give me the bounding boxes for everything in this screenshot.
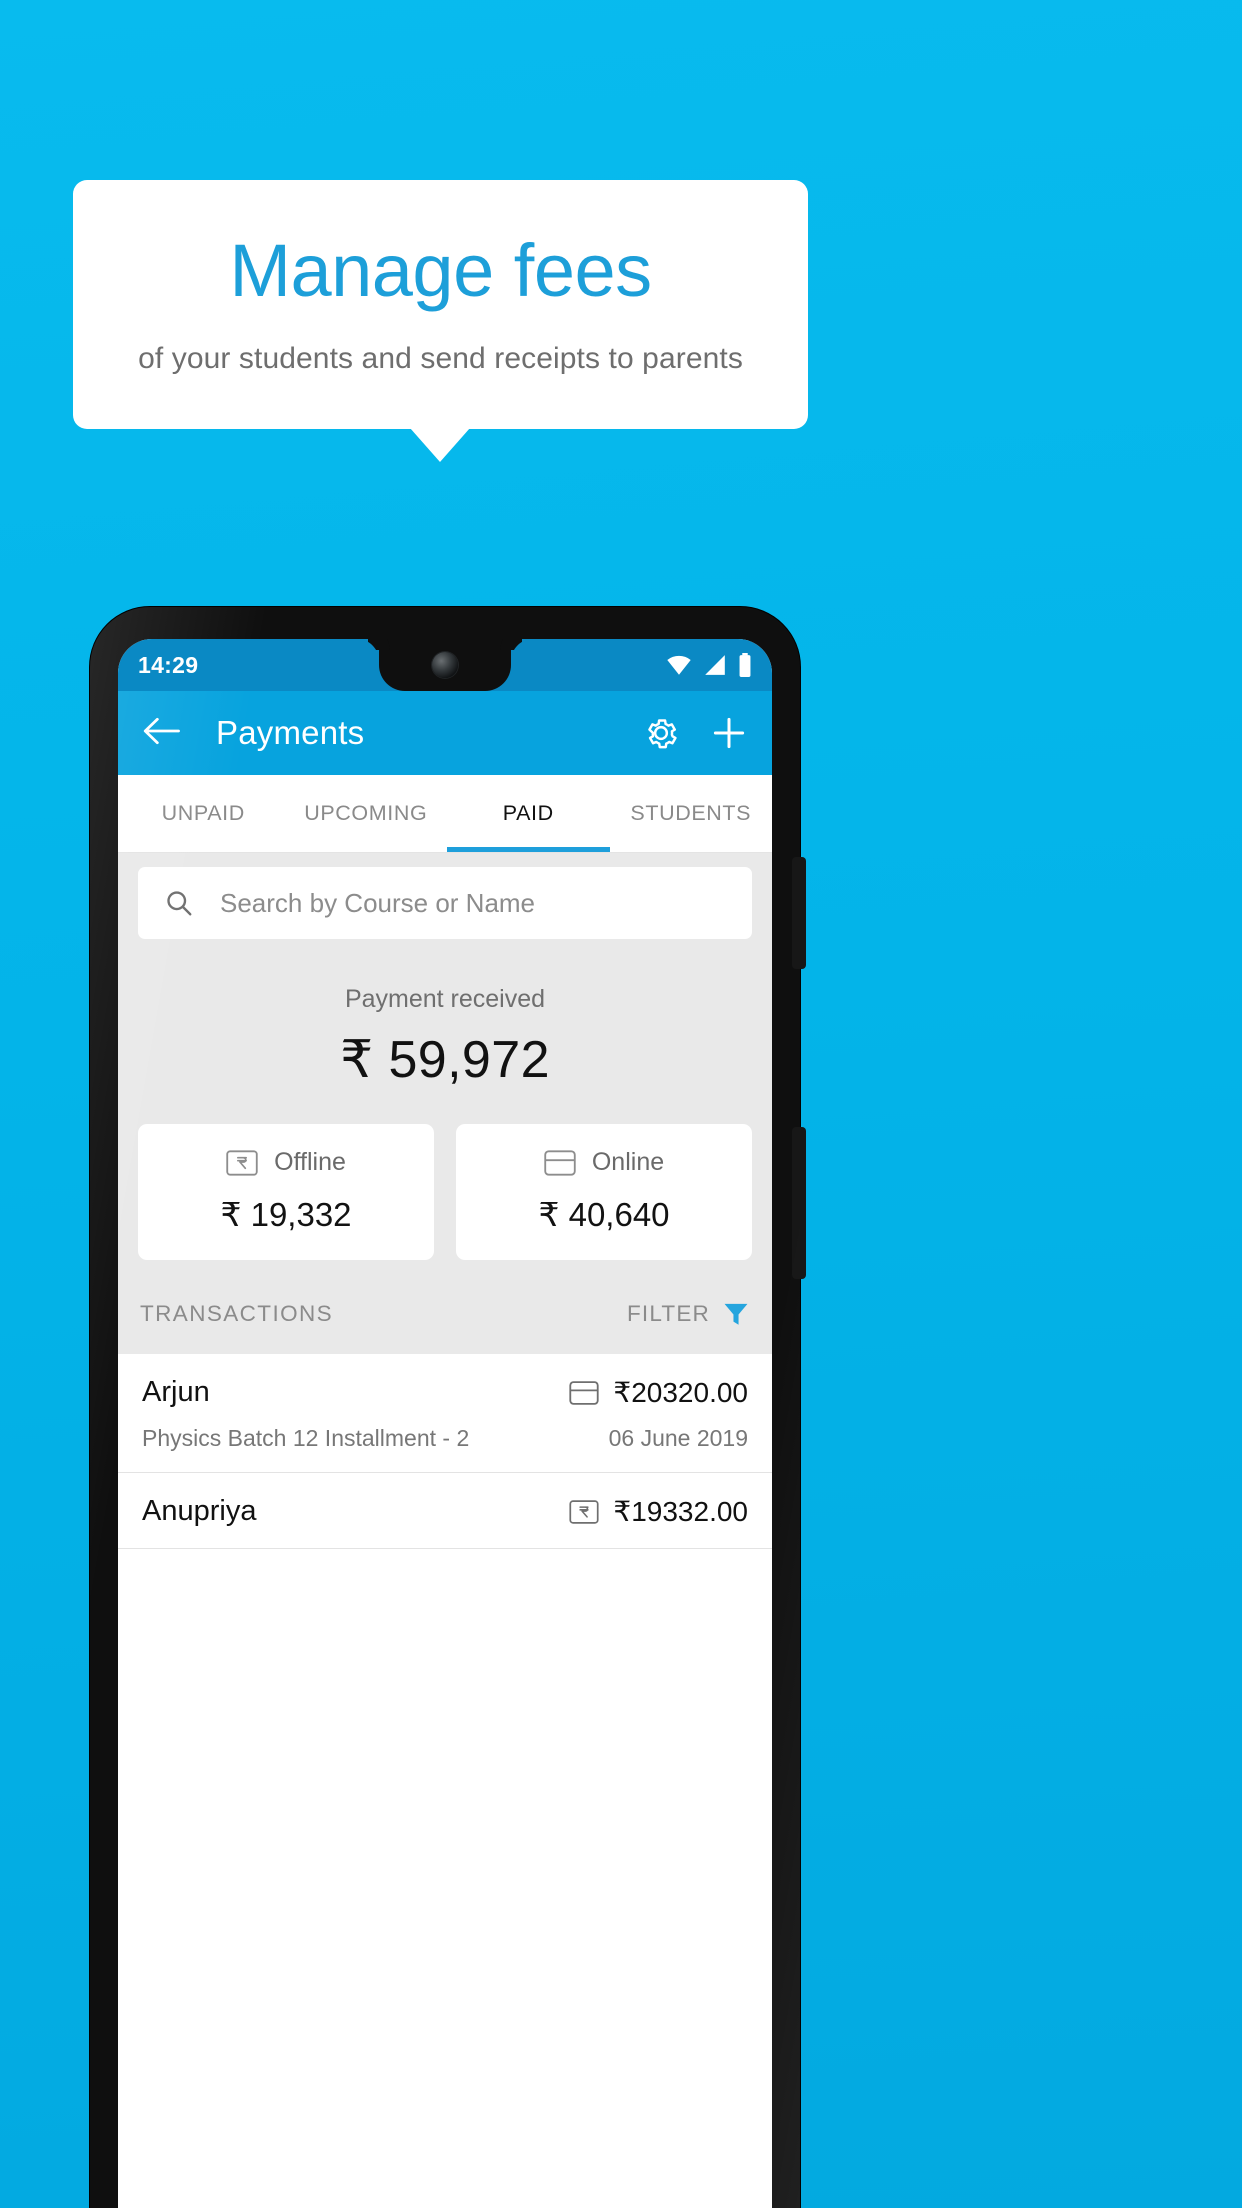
online-card-label: Online	[591, 1148, 665, 1176]
rupee-note-icon	[226, 1149, 258, 1176]
transaction-description: Physics Batch 12 Installment - 2	[142, 1425, 470, 1451]
rupee-note-icon	[569, 1499, 599, 1524]
signal-icon	[705, 655, 725, 675]
transaction-date: 06 June 2019	[608, 1425, 748, 1451]
power-button	[792, 857, 806, 969]
promo-subheadline: of your students and send receipts to pa…	[138, 341, 743, 375]
tab-paid[interactable]: PAID	[447, 775, 610, 852]
callout-tail	[410, 428, 470, 462]
promo-callout-card: Manage fees of your students and send re…	[73, 180, 808, 429]
app-bar-title: Payments	[216, 714, 365, 751]
secondary-side-button	[792, 1127, 806, 1279]
tab-bar: UNPAID UPCOMING PAID STUDENTS	[118, 775, 772, 853]
search-icon	[167, 891, 192, 916]
search-input[interactable]: Search by Course or Name	[138, 867, 752, 939]
tab-unpaid[interactable]: UNPAID	[122, 775, 285, 852]
back-button[interactable]	[142, 716, 180, 751]
method-cards: Offline ₹ 19,332 Online ₹ 40,640	[118, 1096, 772, 1260]
settings-button[interactable]	[642, 714, 680, 752]
table-row[interactable]: Arjun ₹20320.00 Physics Batch 12 Install…	[118, 1354, 772, 1473]
transactions-list: Arjun ₹20320.00 Physics Batch 12 Install…	[118, 1354, 772, 1549]
promo-stage: Manage fees of your students and send re…	[0, 0, 1242, 2208]
phone-notch	[379, 639, 511, 691]
online-card-amount: ₹ 40,640	[538, 1196, 670, 1233]
credit-card-icon	[569, 1380, 600, 1405]
filter-button[interactable]: FILTER	[627, 1300, 750, 1328]
app-bar: Payments	[118, 691, 772, 775]
plus-icon	[713, 717, 745, 749]
paid-tab-content: Search by Course or Name Payment receive…	[118, 853, 772, 1549]
filter-label: FILTER	[626, 1301, 710, 1326]
search-section: Search by Course or Name	[118, 853, 772, 939]
transaction-primary-line: Anupriya ₹19332.00	[142, 1495, 748, 1528]
transaction-amount-group: ₹20320.00	[569, 1376, 748, 1409]
phone-mockup: 14:29 Payments UNPAID UPCOMING PAID STUD…	[90, 607, 806, 2208]
offline-card[interactable]: Offline ₹ 19,332	[138, 1124, 434, 1260]
transaction-name: Arjun	[142, 1376, 210, 1408]
phone-screen: 14:29 Payments UNPAID UPCOMING PAID STUD…	[118, 639, 772, 2208]
transaction-name: Anupriya	[142, 1495, 257, 1527]
promo-headline: Manage fees	[229, 228, 652, 312]
gear-icon	[648, 719, 677, 749]
summary-block: Payment received ₹ 59,972	[118, 939, 772, 1096]
filter-funnel-icon	[724, 1303, 748, 1325]
add-button[interactable]	[710, 714, 748, 752]
online-card[interactable]: Online ₹ 40,640	[456, 1124, 752, 1260]
summary-amount: ₹ 59,972	[340, 1031, 550, 1089]
transactions-header: TRANSACTIONS FILTER	[118, 1260, 772, 1354]
front-camera	[432, 652, 458, 678]
offline-card-header: Offline	[138, 1148, 434, 1177]
transaction-primary-line: Arjun ₹20320.00	[142, 1376, 748, 1409]
transactions-title: TRANSACTIONS	[140, 1301, 334, 1326]
credit-card-icon	[544, 1149, 576, 1176]
offline-card-label: Offline	[274, 1148, 346, 1176]
battery-icon	[739, 653, 751, 677]
wifi-icon	[667, 655, 691, 675]
status-icons	[666, 653, 752, 677]
online-card-header: Online	[456, 1148, 752, 1177]
transaction-amount-group: ₹19332.00	[569, 1495, 748, 1528]
tab-upcoming[interactable]: UPCOMING	[285, 775, 448, 852]
transaction-secondary-line: Physics Batch 12 Installment - 2 06 June…	[142, 1425, 748, 1452]
offline-card-amount: ₹ 19,332	[220, 1196, 352, 1233]
transaction-amount: ₹20320.00	[613, 1377, 748, 1408]
summary-label: Payment received	[344, 985, 546, 1013]
search-placeholder: Search by Course or Name	[220, 887, 536, 918]
transaction-amount: ₹19332.00	[613, 1496, 748, 1527]
arrow-left-icon	[143, 717, 180, 744]
status-time: 14:29	[138, 651, 199, 678]
tab-students[interactable]: STUDENTS	[610, 775, 773, 852]
table-row[interactable]: Anupriya ₹19332.00	[118, 1473, 772, 1549]
